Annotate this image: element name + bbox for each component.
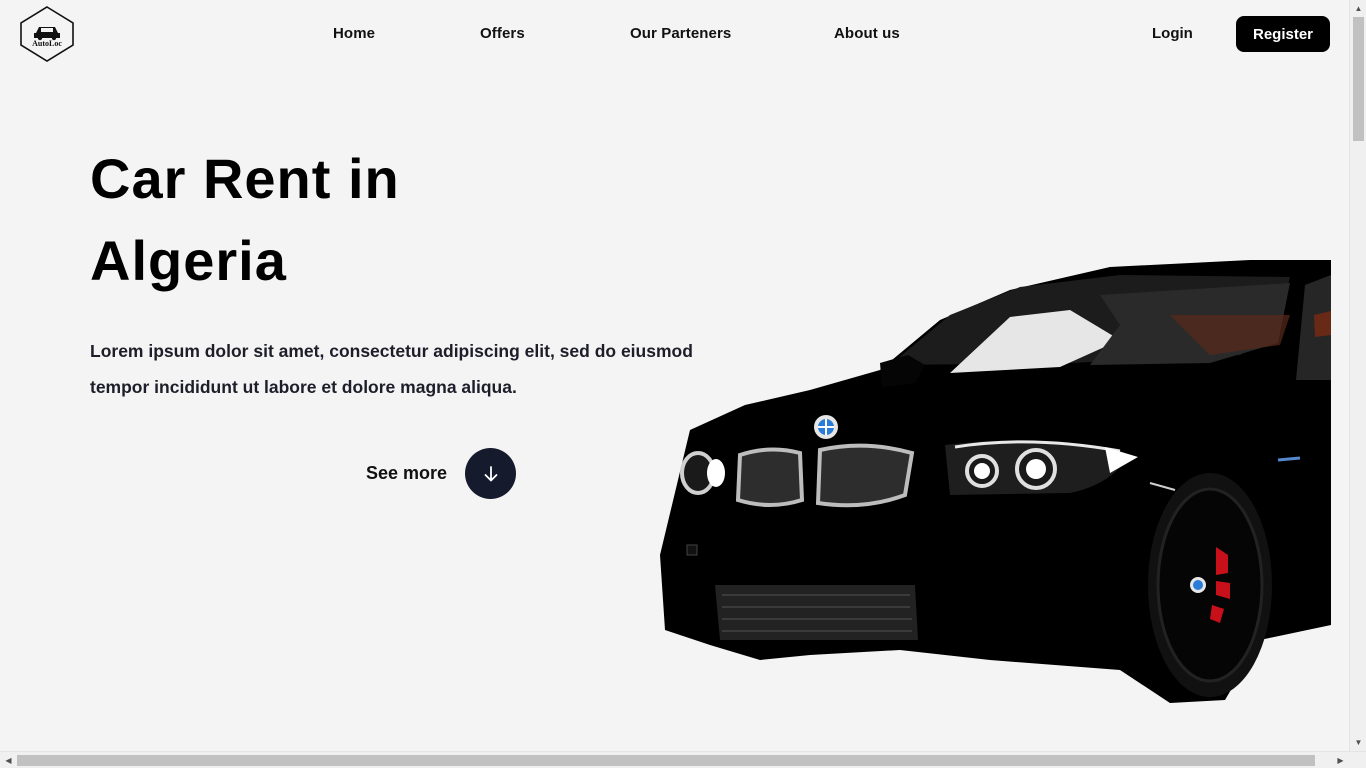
scroll-up-icon[interactable]: ▲	[1350, 0, 1366, 17]
hero-description-line1: Lorem ipsum dolor sit amet, consectetur …	[90, 341, 693, 361]
car-image	[660, 260, 1331, 703]
scroll-left-icon[interactable]: ◀	[0, 752, 17, 768]
login-link[interactable]: Login	[1152, 25, 1193, 42]
register-button[interactable]: Register	[1236, 16, 1330, 52]
nav-about-us[interactable]: About us	[834, 25, 900, 42]
hero-title-line1: Car Rent in	[90, 147, 400, 210]
nav-offers[interactable]: Offers	[480, 25, 525, 42]
hero-description-line2: tempor incididunt ut labore et dolore ma…	[90, 377, 517, 397]
hero-title: Car Rent in Algeria	[90, 138, 610, 302]
hero-description: Lorem ipsum dolor sit amet, consectetur …	[90, 333, 740, 405]
nav-our-parteners[interactable]: Our Parteners	[630, 25, 731, 42]
hero-title-line2: Algeria	[90, 229, 287, 292]
horizontal-scroll-thumb[interactable]	[17, 755, 1315, 766]
scroll-down-icon[interactable]: ▼	[1350, 734, 1366, 751]
page: AutoLoc Home Offers Our Parteners About …	[0, 0, 1349, 751]
see-more-label[interactable]: See more	[366, 463, 447, 484]
horizontal-scrollbar[interactable]: ◀ ▶	[0, 751, 1366, 768]
car-logo-icon[interactable]: AutoLoc	[19, 6, 75, 62]
see-more-button[interactable]	[465, 448, 516, 499]
vertical-scroll-thumb[interactable]	[1353, 17, 1364, 141]
arrow-down-icon	[484, 465, 497, 481]
vertical-scrollbar[interactable]: ▲ ▼	[1349, 0, 1366, 751]
nav-home[interactable]: Home	[333, 25, 375, 42]
scroll-right-icon[interactable]: ▶	[1332, 752, 1349, 768]
logo-text: AutoLoc	[32, 39, 62, 48]
